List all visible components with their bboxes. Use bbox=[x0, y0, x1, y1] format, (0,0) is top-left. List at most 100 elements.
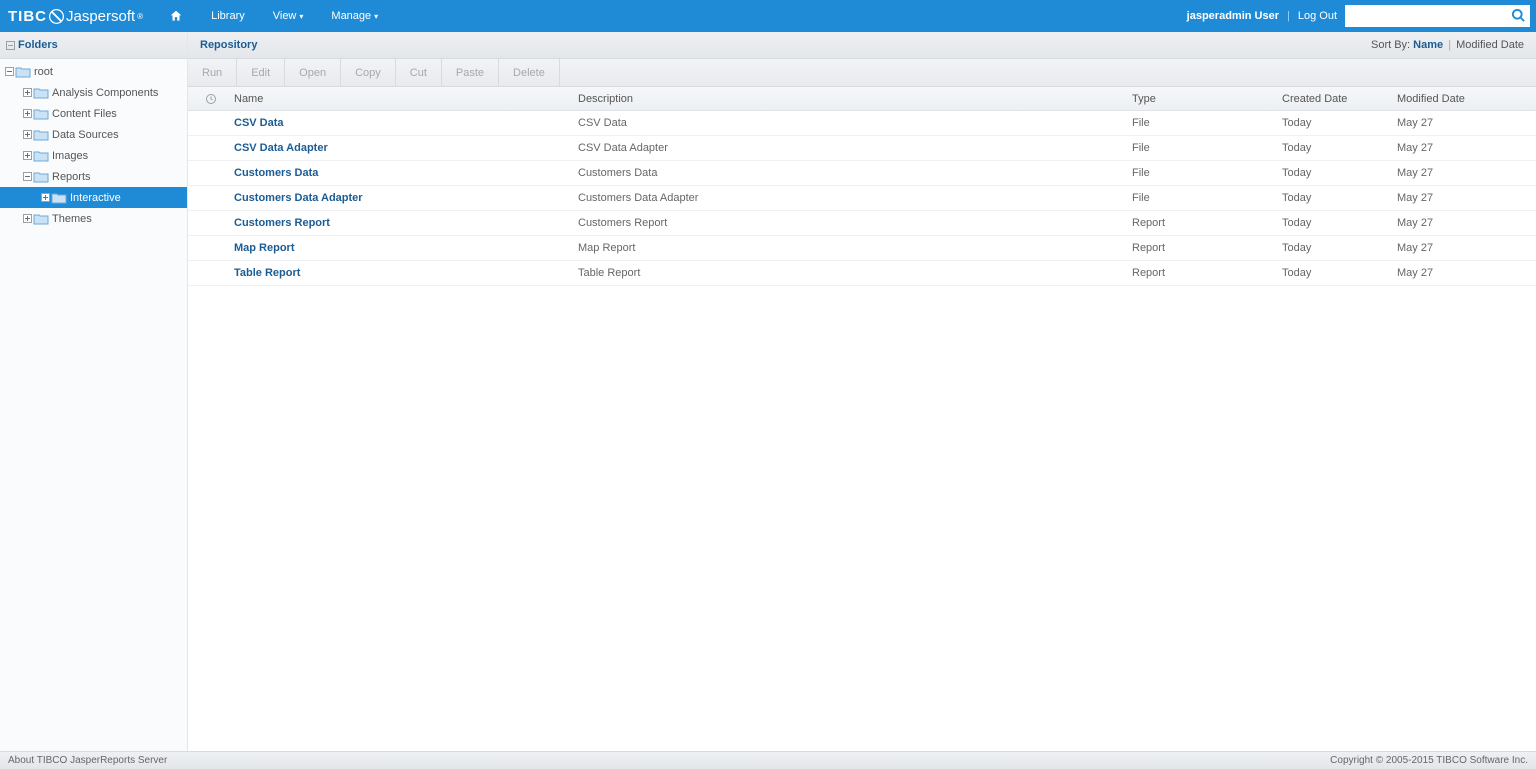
chevron-down-icon: ▾ bbox=[374, 12, 378, 21]
folder-icon bbox=[33, 86, 49, 100]
open-button[interactable]: Open bbox=[285, 59, 341, 86]
tree-analysis-components[interactable]: Analysis Components bbox=[0, 82, 187, 103]
folder-icon bbox=[33, 149, 49, 163]
delete-button[interactable]: Delete bbox=[499, 59, 560, 86]
row-created: Today bbox=[1282, 217, 1397, 229]
sort-by: Sort By: Name | Modified Date bbox=[1371, 39, 1524, 51]
run-button[interactable]: Run bbox=[188, 59, 237, 86]
brand-part1: TIBC bbox=[8, 8, 47, 25]
row-description: Customers Data bbox=[578, 167, 1132, 179]
paste-button[interactable]: Paste bbox=[442, 59, 499, 86]
search-icon[interactable] bbox=[1511, 8, 1526, 26]
row-created: Today bbox=[1282, 192, 1397, 204]
cut-button[interactable]: Cut bbox=[396, 59, 442, 86]
logout-link[interactable]: Log Out bbox=[1298, 10, 1337, 22]
row-description: Customers Report bbox=[578, 217, 1132, 229]
row-type: Report bbox=[1132, 267, 1282, 279]
row-created: Today bbox=[1282, 142, 1397, 154]
plus-icon bbox=[22, 214, 32, 223]
plus-icon bbox=[22, 130, 32, 139]
nav-manage[interactable]: Manage▾ bbox=[317, 2, 392, 30]
tree-interactive[interactable]: Interactive bbox=[0, 187, 187, 208]
tree-label: Interactive bbox=[70, 192, 121, 204]
row-name[interactable]: Customers Data Adapter bbox=[234, 192, 578, 204]
search-box bbox=[1345, 5, 1530, 27]
footer-bar: About TIBCO JasperReports Server Copyrig… bbox=[0, 751, 1536, 769]
tree-images[interactable]: Images bbox=[0, 145, 187, 166]
tree-themes[interactable]: Themes bbox=[0, 208, 187, 229]
table-header: Name Description Type Created Date Modif… bbox=[188, 87, 1536, 111]
plus-icon bbox=[22, 88, 32, 97]
tree-root[interactable]: root bbox=[0, 61, 187, 82]
sort-name[interactable]: Name bbox=[1413, 39, 1443, 51]
table-row[interactable]: Map ReportMap ReportReportTodayMay 27 bbox=[188, 236, 1536, 261]
page-title: Repository bbox=[200, 39, 257, 51]
tree-label: Images bbox=[52, 150, 88, 162]
row-description: Customers Data Adapter bbox=[578, 192, 1132, 204]
folder-icon bbox=[33, 212, 49, 226]
plus-icon bbox=[40, 193, 50, 202]
row-description: CSV Data bbox=[578, 117, 1132, 129]
col-header-type[interactable]: Type bbox=[1132, 93, 1282, 105]
main-header: Repository Sort By: Name | Modified Date bbox=[188, 32, 1536, 59]
main-nav: Library View▾ Manage▾ bbox=[155, 1, 392, 31]
sidebar: Folders root Analysis Components Content… bbox=[0, 32, 188, 751]
col-header-description[interactable]: Description bbox=[578, 93, 1132, 105]
collapse-icon[interactable] bbox=[6, 41, 15, 50]
table-row[interactable]: Customers ReportCustomers ReportReportTo… bbox=[188, 211, 1536, 236]
col-header-created[interactable]: Created Date bbox=[1282, 93, 1397, 105]
folder-tree: root Analysis Components Content Files D… bbox=[0, 59, 187, 231]
row-modified: May 27 bbox=[1397, 117, 1536, 129]
folder-open-icon bbox=[33, 170, 49, 184]
table-row[interactable]: Customers DataCustomers DataFileTodayMay… bbox=[188, 161, 1536, 186]
nav-library[interactable]: Library bbox=[197, 2, 259, 30]
tree-content-files[interactable]: Content Files bbox=[0, 103, 187, 124]
user-link[interactable]: jasperadmin User bbox=[1187, 10, 1279, 22]
row-name[interactable]: Customers Report bbox=[234, 217, 578, 229]
chevron-down-icon: ▾ bbox=[299, 12, 303, 21]
row-created: Today bbox=[1282, 167, 1397, 179]
table-row[interactable]: CSV Data AdapterCSV Data AdapterFileToda… bbox=[188, 136, 1536, 161]
row-name[interactable]: Table Report bbox=[234, 267, 578, 279]
row-name[interactable]: Customers Data bbox=[234, 167, 578, 179]
row-description: Map Report bbox=[578, 242, 1132, 254]
row-type: Report bbox=[1132, 217, 1282, 229]
plus-icon bbox=[22, 151, 32, 160]
row-type: File bbox=[1132, 142, 1282, 154]
col-header-modified[interactable]: Modified Date bbox=[1397, 93, 1536, 105]
nav-home[interactable] bbox=[155, 1, 197, 31]
plus-icon bbox=[22, 109, 32, 118]
row-created: Today bbox=[1282, 267, 1397, 279]
row-created: Today bbox=[1282, 242, 1397, 254]
table-body: CSV DataCSV DataFileTodayMay 27CSV Data … bbox=[188, 111, 1536, 286]
search-input[interactable] bbox=[1345, 5, 1530, 27]
edit-button[interactable]: Edit bbox=[237, 59, 285, 86]
row-modified: May 27 bbox=[1397, 242, 1536, 254]
table-row[interactable]: Customers Data AdapterCustomers Data Ada… bbox=[188, 186, 1536, 211]
row-name[interactable]: CSV Data Adapter bbox=[234, 142, 578, 154]
table-row[interactable]: CSV DataCSV DataFileTodayMay 27 bbox=[188, 111, 1536, 136]
copy-button[interactable]: Copy bbox=[341, 59, 396, 86]
tree-label: Themes bbox=[52, 213, 92, 225]
tree-label: Data Sources bbox=[52, 129, 119, 141]
main-panel: Repository Sort By: Name | Modified Date… bbox=[188, 32, 1536, 751]
home-icon bbox=[169, 9, 183, 23]
about-link[interactable]: About TIBCO JasperReports Server bbox=[8, 755, 167, 766]
row-modified: May 27 bbox=[1397, 142, 1536, 154]
brand-logo: TIBC Jaspersoft® bbox=[0, 8, 155, 25]
folder-open-icon bbox=[15, 65, 31, 79]
row-created: Today bbox=[1282, 117, 1397, 129]
row-name[interactable]: CSV Data bbox=[234, 117, 578, 129]
minus-icon bbox=[22, 172, 32, 181]
row-name[interactable]: Map Report bbox=[234, 242, 578, 254]
schedule-column-icon bbox=[188, 93, 234, 105]
tree-label: Reports bbox=[52, 171, 91, 183]
sort-modified[interactable]: Modified Date bbox=[1456, 39, 1524, 51]
table-row[interactable]: Table ReportTable ReportReportTodayMay 2… bbox=[188, 261, 1536, 286]
nav-view[interactable]: View▾ bbox=[259, 2, 318, 30]
col-header-name[interactable]: Name bbox=[234, 93, 578, 105]
tree-reports[interactable]: Reports bbox=[0, 166, 187, 187]
brand-mark-icon bbox=[49, 9, 64, 24]
tree-data-sources[interactable]: Data Sources bbox=[0, 124, 187, 145]
row-modified: May 27 bbox=[1397, 217, 1536, 229]
